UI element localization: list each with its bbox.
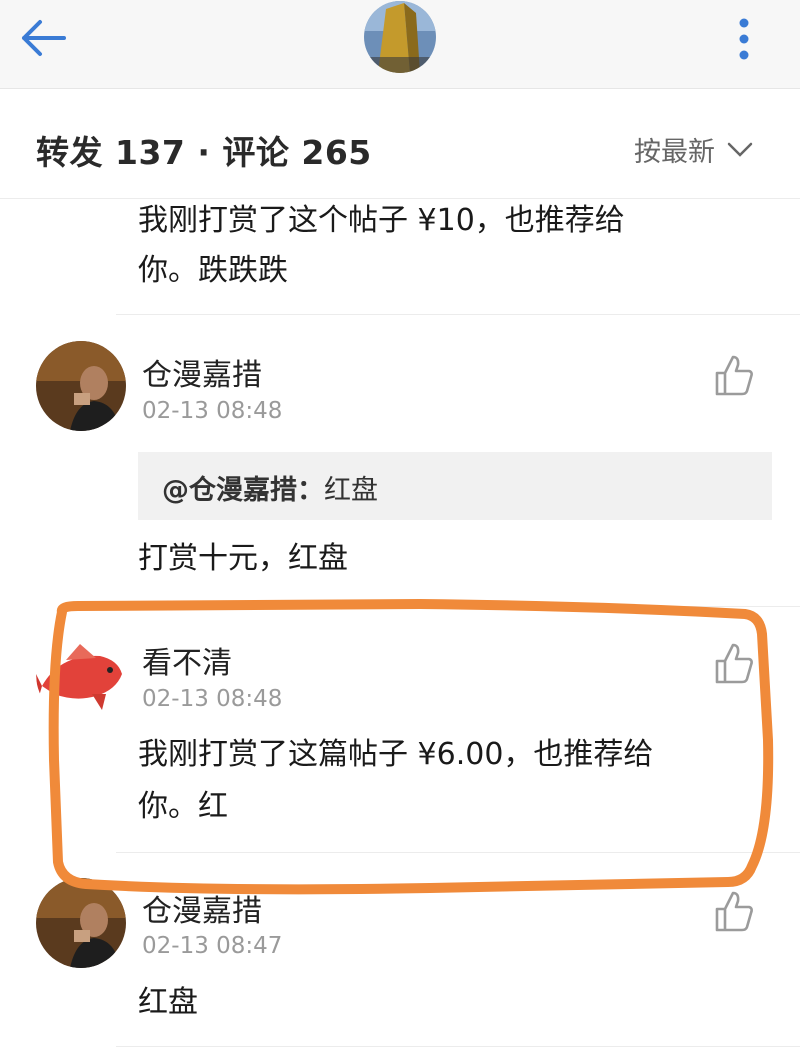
more-options-button[interactable] (724, 14, 764, 66)
vertical-dots-icon (739, 18, 749, 60)
comment-text-line: 我刚打赏了这个帖子 ¥10，也推荐给 (138, 203, 625, 238)
comment-divider (116, 314, 800, 315)
quote-content: @仓漫嘉措：红盘 (162, 468, 378, 507)
comment-time: 02-13 08:47 (142, 933, 283, 959)
top-bar (0, 0, 800, 89)
comment-text-line: 你。跌跌跌 (138, 253, 288, 288)
comment-divider (116, 606, 800, 607)
comment-time: 02-13 08:48 (142, 686, 283, 712)
commenter-name[interactable]: 仓漫嘉措 (142, 886, 262, 930)
comment-divider (116, 852, 800, 853)
like-button[interactable] (714, 641, 754, 685)
red-fish-icon (36, 630, 126, 720)
building-photo-icon (364, 1, 436, 73)
arrow-left-icon (22, 20, 66, 56)
quote-mention[interactable]: @仓漫嘉措： (162, 475, 324, 506)
repost-comment-counts: 转发 137 · 评论 265 (36, 133, 372, 172)
sort-dropdown[interactable]: 按最新 (634, 130, 753, 169)
sort-label: 按最新 (634, 137, 715, 168)
like-button[interactable] (714, 353, 754, 397)
commenter-name[interactable]: 看不清 (142, 638, 232, 682)
quoted-reply: @仓漫嘉措：红盘 (138, 452, 772, 520)
thumbs-up-icon (715, 643, 753, 684)
comment-text: 红盘 (138, 985, 198, 1020)
thumbs-up-icon (715, 355, 753, 396)
back-button[interactable] (18, 14, 72, 64)
comment-time: 02-13 08:48 (142, 398, 283, 424)
comment-divider (116, 1046, 800, 1047)
avatar[interactable] (36, 341, 126, 431)
avatar[interactable] (36, 878, 126, 968)
avatar[interactable] (36, 630, 126, 720)
user-photo-icon (36, 878, 126, 968)
author-avatar[interactable] (364, 1, 436, 73)
thumbs-up-icon (715, 891, 753, 932)
chevron-down-icon (727, 142, 753, 157)
comments-header: 转发 137 · 评论 265 按最新 (0, 92, 800, 199)
like-button[interactable] (714, 889, 754, 933)
quote-text: 红盘 (324, 475, 378, 506)
comment-text-line: 你。红 (138, 789, 228, 824)
comment-text: 打赏十元，红盘 (138, 541, 348, 576)
user-photo-icon (36, 341, 126, 431)
comment-text-line: 我刚打赏了这篇帖子 ¥6.00，也推荐给 (138, 737, 654, 772)
commenter-name[interactable]: 仓漫嘉措 (142, 350, 262, 394)
